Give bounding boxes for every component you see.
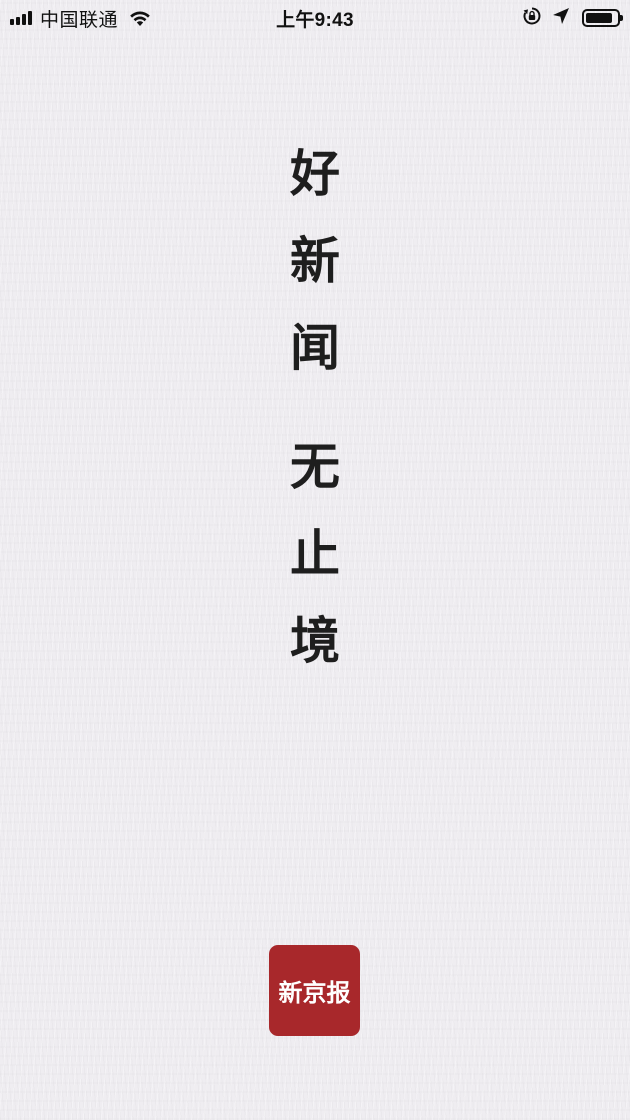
slogan-char: 新 [290, 231, 340, 290]
brand-logo: 新京报 [269, 945, 360, 1036]
slogan-char: 好 [290, 144, 340, 203]
slogan-char: 境 [290, 611, 340, 670]
slogan-char: 闻 [290, 318, 340, 377]
slogan-char: 止 [290, 524, 340, 583]
slogan-char: 无 [290, 437, 340, 496]
location-arrow-icon [552, 7, 570, 30]
battery-icon [582, 9, 623, 27]
brand-logo-text: 新京报 [278, 978, 351, 1007]
slogan-vertical: 好 新 闻 无 止 境 [0, 130, 630, 684]
status-bar: 中国联通 上午9:43 [0, 0, 630, 36]
battery-fill [586, 13, 612, 23]
slogan-gap [0, 391, 630, 423]
rotation-lock-icon [522, 6, 542, 31]
status-right [512, 6, 623, 31]
